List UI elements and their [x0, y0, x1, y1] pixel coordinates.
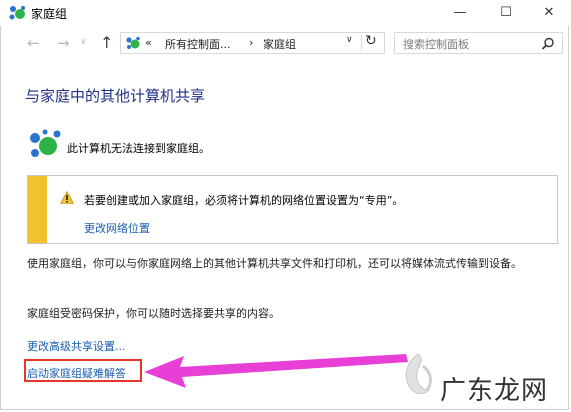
- status-message: 此计算机无法连接到家庭组。: [67, 142, 210, 155]
- homegroup-icon: [126, 36, 140, 49]
- breadcrumb-separator[interactable]: ›: [249, 36, 253, 49]
- navigation-bar: ← → ∨ ↑ « 所有控制面... › 家庭组 ∨ ↻ 搜索控制面板: [0, 26, 571, 62]
- close-button[interactable]: ✕: [527, 0, 571, 26]
- breadcrumb-overflow[interactable]: «: [145, 36, 152, 49]
- minimize-button[interactable]: —: [438, 0, 482, 26]
- homegroup-icon: [9, 6, 25, 20]
- window-title: 家庭组: [31, 7, 68, 21]
- watermark-logo: [405, 353, 432, 394]
- refresh-button[interactable]: ↻: [365, 33, 377, 49]
- breadcrumb-homegroup[interactable]: 家庭组: [263, 36, 296, 52]
- page-title: 与家庭中的其他计算机共享: [25, 87, 206, 105]
- annotation-highlight-box: [24, 359, 142, 382]
- annotation-arrow: [144, 354, 408, 388]
- up-button[interactable]: ↑: [100, 33, 113, 52]
- warning-notice: 若要创建或加入家庭组，必须将计算机的网络位置设置为“专用”。 更改网络位置: [27, 175, 558, 244]
- address-dropdown-button[interactable]: ∨: [346, 35, 353, 45]
- breadcrumb-control-panel[interactable]: 所有控制面...: [165, 36, 231, 52]
- homegroup-description: 使用家庭组，你可以与你家庭网络上的其他计算机共享文件和打印机，还可以将媒体流式传…: [27, 257, 522, 270]
- warning-accent-bar: [28, 176, 47, 243]
- password-description: 家庭组受密码保护，你可以随时选择要共享的内容。: [27, 307, 280, 320]
- warning-icon: [60, 191, 74, 204]
- maximize-button[interactable]: ☐: [484, 0, 528, 26]
- search-box[interactable]: 搜索控制面板: [394, 32, 563, 54]
- change-network-location-link[interactable]: 更改网络位置: [84, 220, 150, 236]
- forward-button[interactable]: →: [57, 34, 70, 52]
- address-bar[interactable]: « 所有控制面... › 家庭组 ∨ ↻: [120, 32, 385, 54]
- back-button[interactable]: ←: [27, 34, 40, 52]
- watermark-text: 广东龙网: [440, 376, 549, 406]
- title-bar: 家庭组 — ☐ ✕: [0, 0, 571, 26]
- address-divider: [361, 35, 362, 51]
- homegroup-icon: [30, 129, 61, 157]
- warning-text: 若要创建或加入家庭组，必须将计算机的网络位置设置为“专用”。: [84, 194, 404, 207]
- search-placeholder[interactable]: 搜索控制面板: [403, 36, 469, 52]
- advanced-sharing-settings-link[interactable]: 更改高级共享设置...: [27, 338, 126, 354]
- search-icon[interactable]: [541, 37, 555, 51]
- recent-locations-button[interactable]: ∨: [80, 37, 87, 47]
